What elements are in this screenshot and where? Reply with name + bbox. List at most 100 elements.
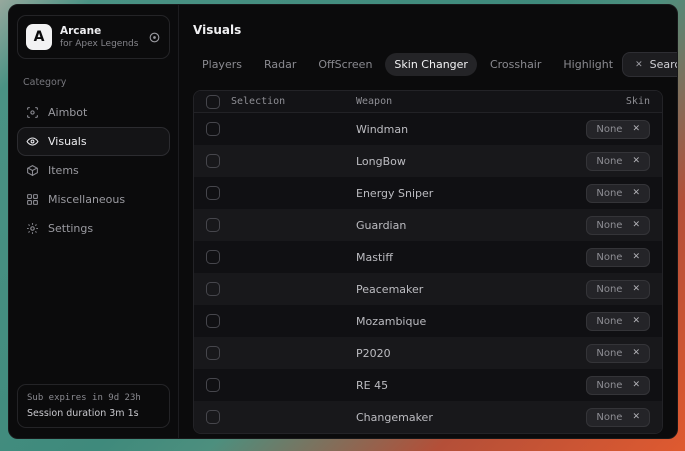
skin-value: None xyxy=(596,316,622,327)
row-checkbox[interactable] xyxy=(206,218,220,232)
skin-selector[interactable]: None ✕ xyxy=(586,216,650,235)
clear-icon[interactable]: ✕ xyxy=(632,220,640,230)
tab-players[interactable]: Players xyxy=(193,53,251,76)
tab-bar: PlayersRadarOffScreenSkin ChangerCrossha… xyxy=(193,53,622,76)
skin-value: None xyxy=(596,252,622,263)
skin-value: None xyxy=(596,156,622,167)
search-button[interactable]: ✕ Search xyxy=(622,52,678,77)
clear-icon[interactable]: ✕ xyxy=(632,380,640,390)
row-checkbox[interactable] xyxy=(206,186,220,200)
sidebar-item-visuals[interactable]: Visuals xyxy=(17,127,170,156)
weapon-name: Mastiff xyxy=(356,251,586,264)
table-row: Energy SniperNone✕ xyxy=(194,177,662,209)
weapon-name: P2020 xyxy=(356,347,586,360)
sidebar-item-label: Visuals xyxy=(48,135,87,148)
sidebar-item-settings[interactable]: Settings xyxy=(17,214,170,243)
skin-value: None xyxy=(596,380,622,391)
row-skin-cell: None ✕ xyxy=(586,248,650,267)
skin-selector[interactable]: None✕ xyxy=(586,408,650,427)
skin-selector[interactable]: None ✕ xyxy=(586,376,650,395)
target-icon[interactable] xyxy=(148,31,161,44)
weapon-name: Mozambique xyxy=(356,315,586,328)
skin-changer-table: Selection Weapon Skin WindmanNone✕LongBo… xyxy=(193,90,663,434)
row-checkbox[interactable] xyxy=(206,154,220,168)
clear-icon[interactable]: ✕ xyxy=(632,412,640,422)
row-checkbox[interactable] xyxy=(206,314,220,328)
sidebar-item-label: Miscellaneous xyxy=(48,193,125,206)
weapon-name: Peacemaker xyxy=(356,283,586,296)
row-selection-cell xyxy=(206,186,356,200)
table-row: RE 45None✕ xyxy=(194,369,662,401)
skin-value: None xyxy=(596,220,622,231)
table-body: WindmanNone✕LongBowNone✕Energy SniperNon… xyxy=(194,113,662,433)
brand-card: A Arcane for Apex Legends xyxy=(17,15,170,59)
row-checkbox[interactable] xyxy=(206,346,220,360)
weapon-name: LongBow xyxy=(356,155,586,168)
sidebar-item-aimbot[interactable]: Aimbot xyxy=(17,98,170,127)
weapon-name: Guardian xyxy=(356,219,586,232)
crosshair-scan-icon xyxy=(26,106,39,119)
sidebar: A Arcane for Apex Legends Category Aimbo… xyxy=(9,5,179,438)
skin-selector[interactable]: None ✕ xyxy=(586,152,650,171)
skin-selector[interactable]: None ✕ xyxy=(586,184,650,203)
row-skin-cell: None ✕ xyxy=(586,152,650,171)
brand-text: Arcane for Apex Legends xyxy=(60,25,140,49)
skin-value: None xyxy=(596,124,622,135)
skin-selector[interactable]: None ✕ xyxy=(586,312,650,331)
clear-icon[interactable]: ✕ xyxy=(632,252,640,262)
table-row: Mastiff None ✕ xyxy=(194,241,662,273)
row-checkbox[interactable] xyxy=(206,410,220,424)
row-selection-cell xyxy=(206,410,356,424)
tab-skin-changer[interactable]: Skin Changer xyxy=(385,53,477,76)
session-info-card: Sub expires in 9d 23h Session duration 3… xyxy=(17,384,170,428)
page-title: Visuals xyxy=(193,23,663,37)
skin-value: None xyxy=(596,348,622,359)
clear-icon[interactable]: ✕ xyxy=(632,156,640,166)
skin-selector[interactable]: None✕ xyxy=(586,280,650,299)
tab-highlight[interactable]: Highlight xyxy=(554,53,622,76)
sidebar-item-miscellaneous[interactable]: Miscellaneous xyxy=(17,185,170,214)
category-label: Category xyxy=(23,77,164,88)
weapon-name: Changemaker xyxy=(356,411,586,424)
clear-icon[interactable]: ✕ xyxy=(632,188,640,198)
skin-selector[interactable]: None ✕ xyxy=(586,344,650,363)
select-all-checkbox[interactable] xyxy=(206,95,220,109)
table-header-row: Selection Weapon Skin xyxy=(194,91,662,113)
skin-value: None xyxy=(596,188,622,199)
sub-expires-text: Sub expires in 9d 23h xyxy=(27,393,160,403)
skin-selector[interactable]: None ✕ xyxy=(586,120,650,139)
row-selection-cell xyxy=(206,282,356,296)
skin-selector[interactable]: None ✕ xyxy=(586,248,650,267)
clear-icon[interactable]: ✕ xyxy=(632,316,640,326)
row-skin-cell: None✕ xyxy=(586,408,650,427)
row-skin-cell: None ✕ xyxy=(586,344,650,363)
row-checkbox[interactable] xyxy=(206,378,220,392)
table-row: Guardian None ✕ xyxy=(194,209,662,241)
row-skin-cell: None ✕ xyxy=(586,120,650,139)
sidebar-item-items[interactable]: Items xyxy=(17,156,170,185)
row-skin-cell: None ✕ xyxy=(586,376,650,395)
tab-radar[interactable]: Radar xyxy=(255,53,305,76)
row-skin-cell: None ✕ xyxy=(586,184,650,203)
row-skin-cell: None ✕ xyxy=(586,312,650,331)
toolbar: PlayersRadarOffScreenSkin ChangerCrossha… xyxy=(193,52,663,77)
row-checkbox[interactable] xyxy=(206,122,220,136)
sidebar-nav: Aimbot Visuals Items Miscellaneous Settings xyxy=(17,98,170,243)
row-checkbox[interactable] xyxy=(206,282,220,296)
app-logo: A xyxy=(26,24,52,50)
header-selection-cell: Selection xyxy=(206,95,356,109)
app-title: Arcane xyxy=(60,25,140,37)
row-selection-cell xyxy=(206,346,356,360)
row-selection-cell xyxy=(206,250,356,264)
tab-offscreen[interactable]: OffScreen xyxy=(309,53,381,76)
row-selection-cell xyxy=(206,314,356,328)
clear-icon[interactable]: ✕ xyxy=(632,124,640,134)
search-button-icon: ✕ xyxy=(635,60,643,70)
clear-icon[interactable]: ✕ xyxy=(632,284,640,294)
grid-icon xyxy=(26,193,39,206)
row-selection-cell xyxy=(206,122,356,136)
clear-icon[interactable]: ✕ xyxy=(632,348,640,358)
row-checkbox[interactable] xyxy=(206,250,220,264)
tab-crosshair[interactable]: Crosshair xyxy=(481,53,550,76)
sidebar-spacer xyxy=(17,243,170,384)
